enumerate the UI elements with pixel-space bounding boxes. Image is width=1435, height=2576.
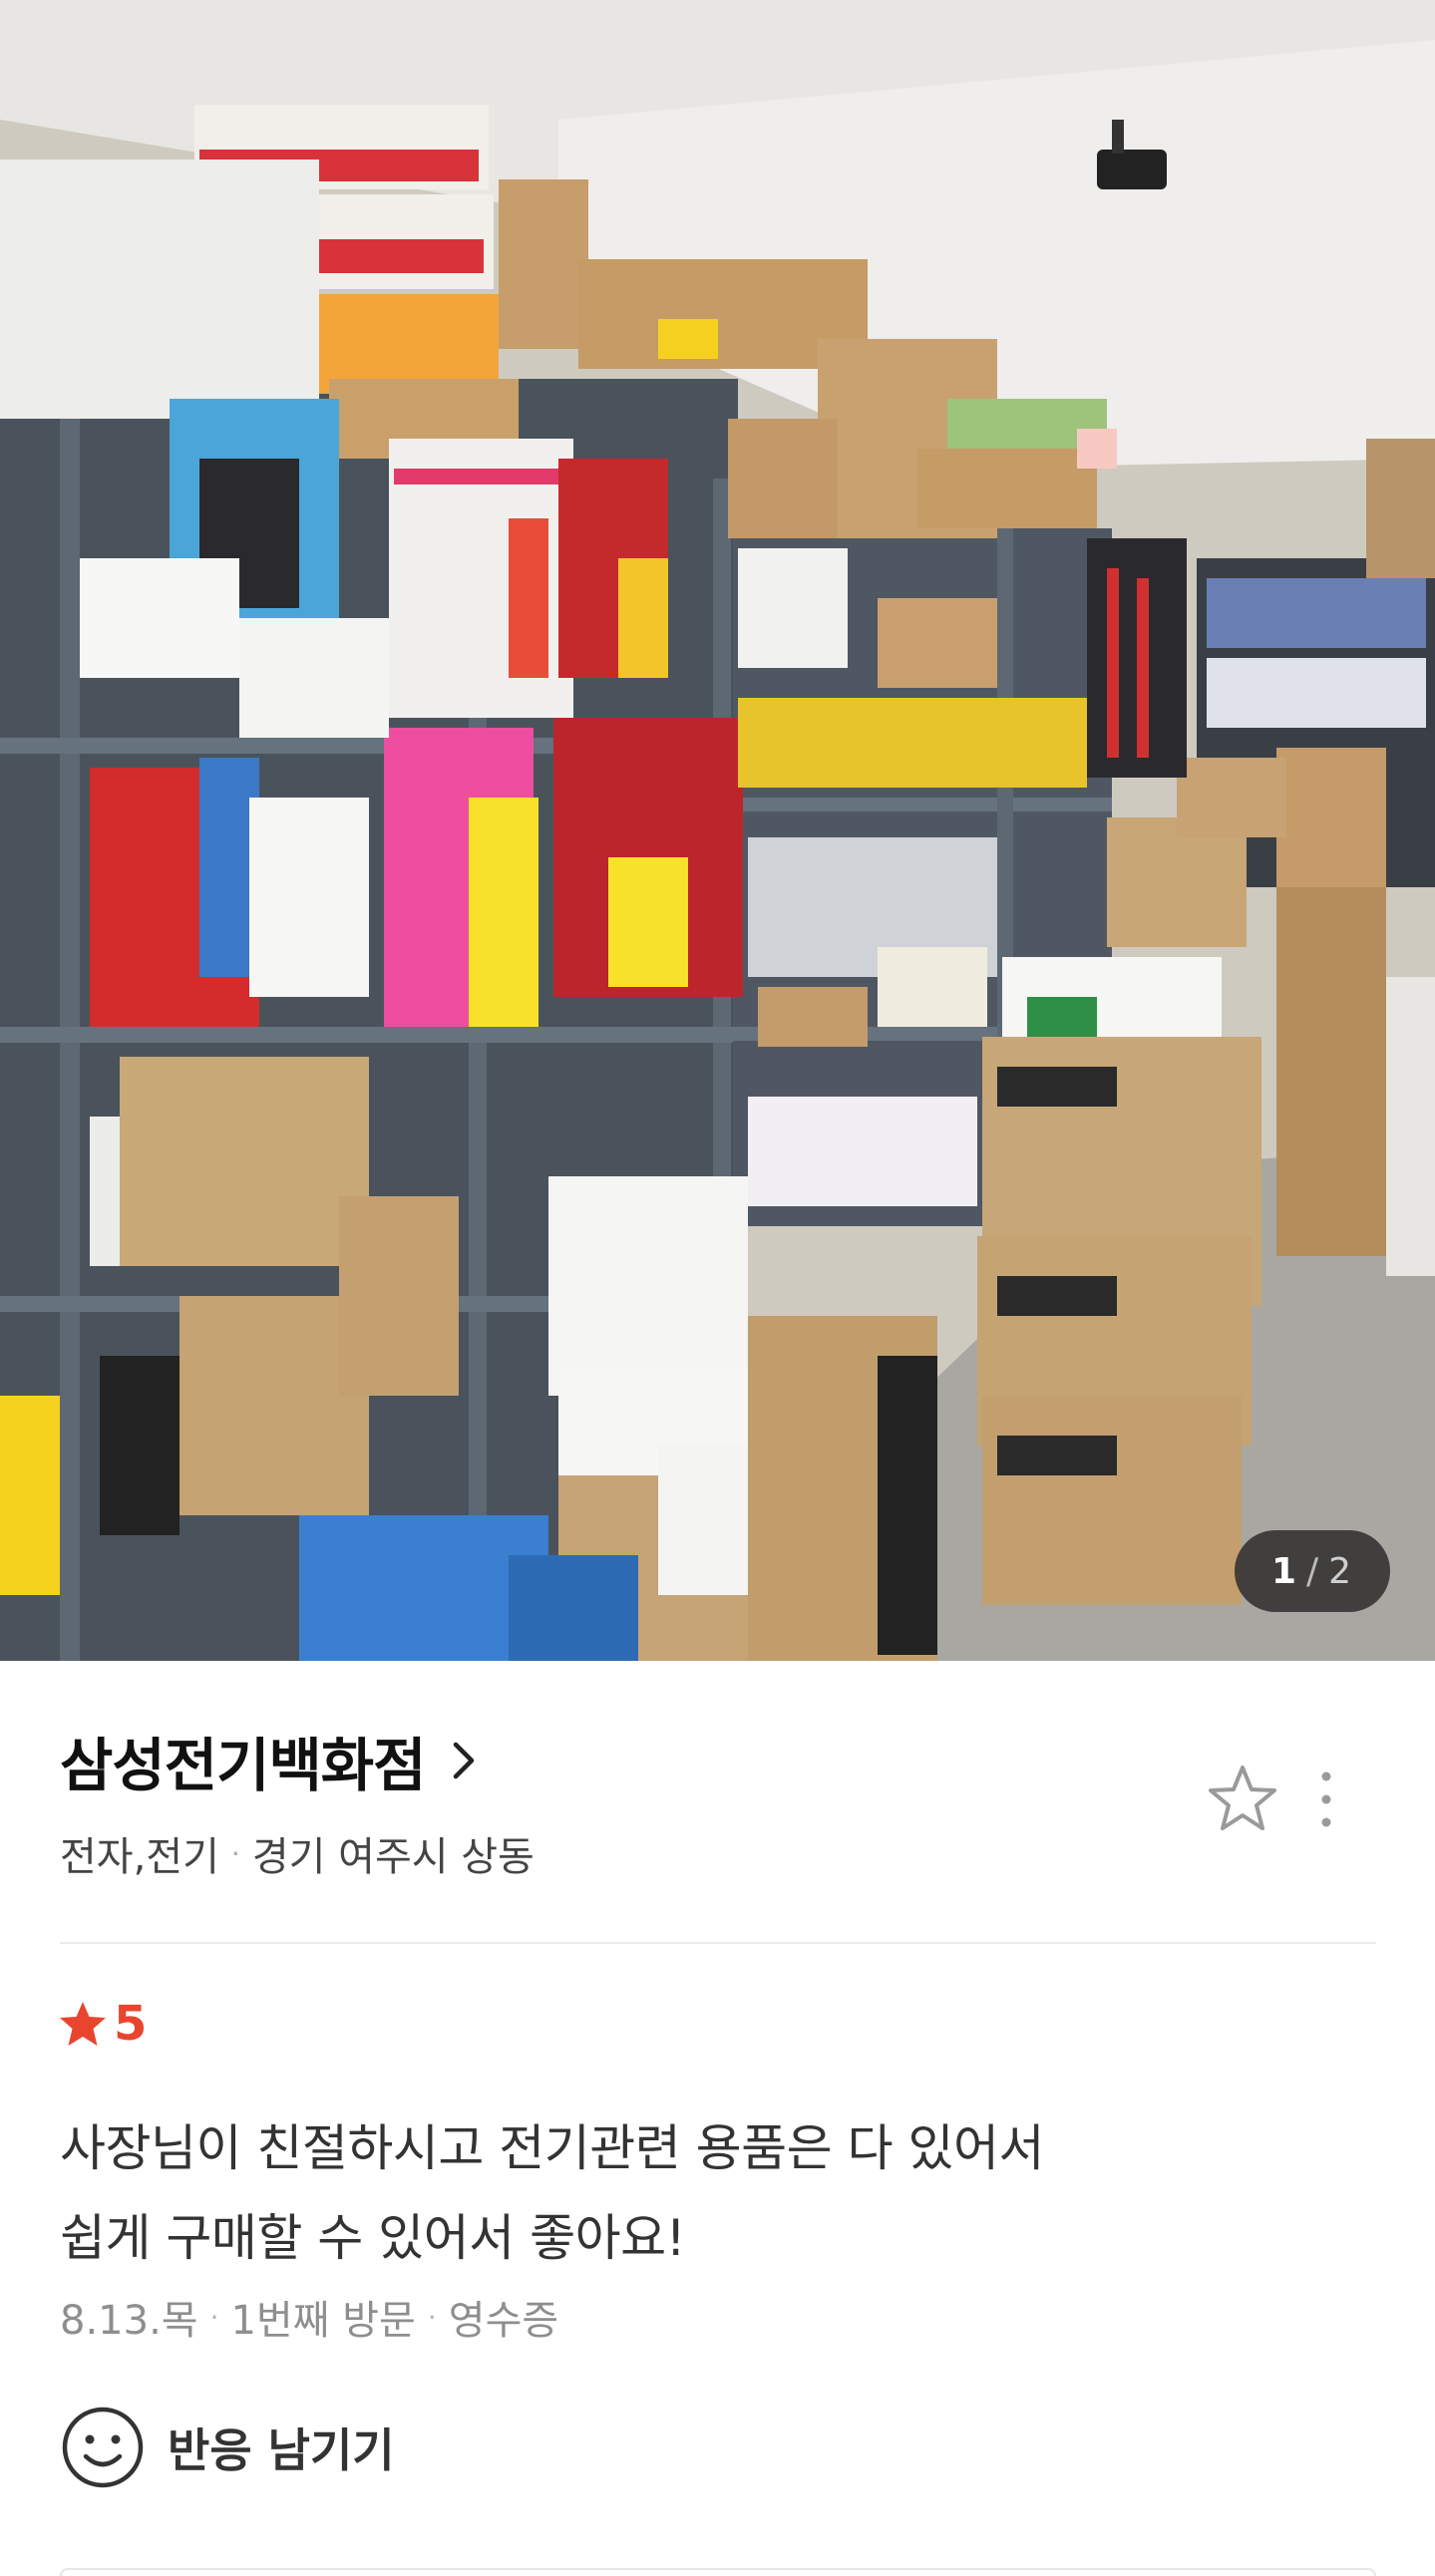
place-header: 삼성전기백화점 전자,전기 · 경기 여주시 상동 [60,1721,1376,1900]
section-divider [60,1942,1376,1944]
place-category: 전자,전기 [60,1834,219,1880]
review-text-line: 쉽게 구매할 수 있어서 좋아요! [60,2209,686,2267]
place-name[interactable]: 삼성전기백화점 [60,1719,427,1802]
review-date: 8.13.목 [60,2298,198,2344]
meta-dot: · [230,1836,240,1870]
review-rating: 5 [58,1994,147,2054]
place-meta: 전자,전기 · 경기 여주시 상동 [60,1824,1376,1882]
leave-reaction-button[interactable]: 반응 남기기 [60,2403,395,2492]
meta-dot: · [427,2300,437,2334]
photo-page-counter: 1 / 2 [1235,1530,1390,1612]
store-interior-image [0,0,1435,1661]
rating-score: 5 [114,1996,148,2052]
counter-total: 2 [1328,1550,1354,1592]
next-card-edge [60,2568,1376,2576]
review-proof: 영수증 [448,2298,559,2344]
place-location: 경기 여주시 상동 [251,1834,535,1880]
review-body[interactable]: 사장님이 친절하시고 전기관련 용품은 다 있어서 쉽게 구매할 수 있어서 좋… [60,2103,1256,2283]
place-name-link[interactable]: 삼성전기백화점 [60,1721,1376,1800]
review-visit-count: 1번째 방문 [230,2298,416,2344]
leave-reaction-label[interactable]: 반응 남기기 [168,2415,395,2480]
smiley-icon[interactable] [60,2405,146,2490]
counter-current: 1 [1270,1550,1298,1592]
star-outline-icon[interactable] [1207,1763,1278,1834]
meta-dot: · [209,2300,219,2334]
star-filled-icon [60,2002,106,2046]
store-photo[interactable]: 1 / 2 [0,0,1435,1661]
chevron-right-icon[interactable] [446,1739,482,1782]
counter-separator: / [1306,1550,1321,1592]
review-text-line: 사장님이 친절하시고 전기관련 용품은 다 있어서 [60,2119,1044,2177]
review-meta: 8.13.목 · 1번째 방문 · 영수증 [60,2288,558,2346]
more-vertical-icon[interactable] [1314,1769,1338,1830]
